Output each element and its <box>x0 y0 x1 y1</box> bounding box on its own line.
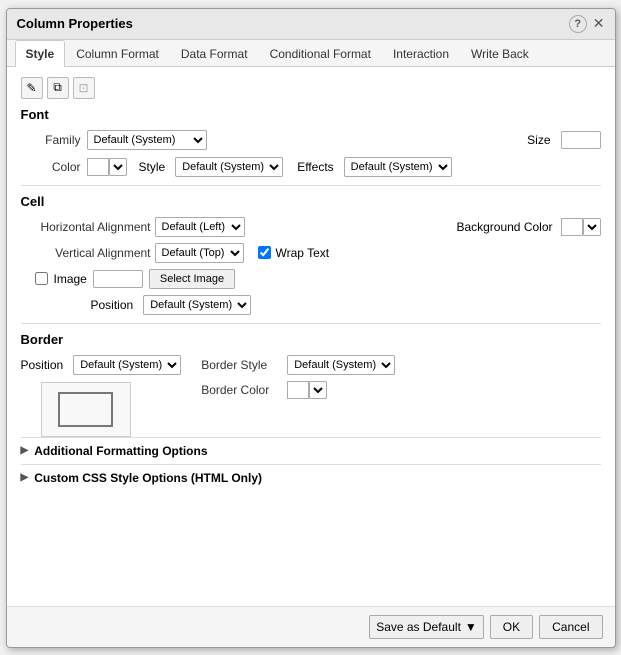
bg-color-label: Background Color <box>456 220 552 234</box>
font-effects-select[interactable]: Default (System) None Underline <box>344 157 452 177</box>
cell-section-label: Cell <box>21 194 601 209</box>
save-default-dropdown-icon: ▼ <box>465 620 477 634</box>
titlebar-icons: ? ✕ <box>569 15 605 33</box>
image-position-label: Position <box>91 298 134 312</box>
ok-button[interactable]: OK <box>490 615 533 639</box>
font-section-label: Font <box>21 107 601 122</box>
v-align-label: Vertical Alignment <box>21 246 151 260</box>
help-icon[interactable]: ? <box>569 15 587 33</box>
image-checkbox[interactable] <box>35 272 48 285</box>
border-controls: Border Style Default (System) Solid Dash… <box>201 355 395 399</box>
select-image-button[interactable]: Select Image <box>149 269 235 289</box>
border-position-label: Position <box>21 358 64 372</box>
cell-v-align-row: Vertical Alignment Default (Top) Top Mid… <box>21 243 601 263</box>
bg-color-control: ▼ <box>561 218 601 236</box>
tab-write-back[interactable]: Write Back <box>460 40 540 67</box>
column-properties-dialog: Column Properties ? ✕ Style Column Forma… <box>6 8 616 648</box>
cell-h-align-row: Horizontal Alignment Default (Left) Left… <box>21 217 601 237</box>
font-size-label: Size <box>527 133 550 147</box>
border-preview-inner <box>58 392 113 427</box>
image-position-select[interactable]: Default (System) Above Below Left Right <box>143 295 251 315</box>
footer: Save as Default ▼ OK Cancel <box>7 606 615 647</box>
copy-icon-button[interactable]: ⧉ <box>47 77 69 99</box>
accordion-additional-arrow: ▶ <box>21 445 29 456</box>
border-preview-container: Position Default (System) None All Top B… <box>21 355 182 437</box>
image-path-input[interactable] <box>93 270 143 288</box>
wrap-text-row: Wrap Text <box>258 246 330 260</box>
border-color-dropdown[interactable]: ▼ <box>309 381 327 399</box>
h-align-label: Horizontal Alignment <box>21 220 151 234</box>
tab-data-format[interactable]: Data Format <box>170 40 259 67</box>
border-style-select[interactable]: Default (System) Solid Dashed Dotted <box>287 355 395 375</box>
border-section: Border Position Default (System) None Al… <box>21 332 601 437</box>
save-default-button[interactable]: Save as Default ▼ <box>369 615 484 639</box>
border-preview <box>41 382 131 437</box>
accordion-custom-css: ▶ Custom CSS Style Options (HTML Only) <box>21 464 601 491</box>
edit-icon-button[interactable]: ✎ <box>21 77 43 99</box>
font-color-dropdown[interactable]: ▼ <box>109 158 127 176</box>
border-color-row: Border Color ▼ <box>201 381 395 399</box>
tab-bar: Style Column Format Data Format Conditio… <box>7 40 615 67</box>
font-section: Font Family Default (System) Arial Times… <box>21 107 601 177</box>
toolbar-icons: ✎ ⧉ ⊡ <box>21 77 601 99</box>
font-style-label: Style <box>139 160 166 174</box>
wrap-text-checkbox[interactable] <box>258 246 271 259</box>
border-section-label: Border <box>21 332 601 347</box>
font-family-row: Family Default (System) Arial Times New … <box>21 130 601 150</box>
border-style-row: Border Style Default (System) Solid Dash… <box>201 355 395 375</box>
accordion-additional-label: Additional Formatting Options <box>34 444 207 458</box>
font-color-label: Color <box>21 160 81 174</box>
bg-color-swatch <box>561 218 583 236</box>
font-family-label: Family <box>21 133 81 147</box>
image-label: Image <box>54 272 87 286</box>
tab-conditional-format[interactable]: Conditional Format <box>259 40 382 67</box>
font-family-select[interactable]: Default (System) Arial Times New Roman <box>87 130 207 150</box>
font-size-input[interactable] <box>561 131 601 149</box>
v-align-select[interactable]: Default (Top) Top Middle Bottom <box>155 243 244 263</box>
accordion-custom-css-label: Custom CSS Style Options (HTML Only) <box>34 471 262 485</box>
cancel-button[interactable]: Cancel <box>539 615 602 639</box>
font-color-swatch <box>87 158 109 176</box>
image-row: Image Select Image <box>35 269 601 289</box>
close-icon[interactable]: ✕ <box>593 15 605 32</box>
titlebar: Column Properties ? ✕ <box>7 9 615 40</box>
border-position-row: Position Default (System) None All Top B… <box>21 355 182 375</box>
border-style-label: Border Style <box>201 358 281 372</box>
accordion-custom-css-header[interactable]: ▶ Custom CSS Style Options (HTML Only) <box>21 471 601 485</box>
bg-color-dropdown[interactable]: ▼ <box>583 218 601 236</box>
font-style-select[interactable]: Default (System) Normal Bold Italic <box>175 157 283 177</box>
border-color-swatch <box>287 381 309 399</box>
tab-interaction[interactable]: Interaction <box>382 40 460 67</box>
border-color-label: Border Color <box>201 383 281 397</box>
accordion-additional: ▶ Additional Formatting Options <box>21 437 601 464</box>
save-default-label: Save as Default <box>376 620 461 634</box>
tab-column-format[interactable]: Column Format <box>65 40 170 67</box>
border-row: Position Default (System) None All Top B… <box>21 355 601 437</box>
paste-icon-button[interactable]: ⊡ <box>73 77 95 99</box>
content-area: ✎ ⧉ ⊡ Font Family Default (System) Arial… <box>7 67 615 606</box>
font-style-row: Color ▼ Style Default (System) Normal Bo… <box>21 157 601 177</box>
accordion-custom-css-arrow: ▶ <box>21 472 29 483</box>
border-position-select[interactable]: Default (System) None All Top Bottom Lef… <box>73 355 181 375</box>
image-position-row: Position Default (System) Above Below Le… <box>91 295 601 315</box>
wrap-text-label: Wrap Text <box>276 246 330 260</box>
dialog-title: Column Properties <box>17 16 133 31</box>
cell-section: Cell Horizontal Alignment Default (Left)… <box>21 194 601 315</box>
tab-style[interactable]: Style <box>15 40 66 67</box>
h-align-select[interactable]: Default (Left) Left Center Right <box>155 217 245 237</box>
font-color-control: ▼ <box>87 158 127 176</box>
border-color-control: ▼ <box>287 381 327 399</box>
accordion-additional-header[interactable]: ▶ Additional Formatting Options <box>21 444 601 458</box>
font-effects-label: Effects <box>297 160 333 174</box>
